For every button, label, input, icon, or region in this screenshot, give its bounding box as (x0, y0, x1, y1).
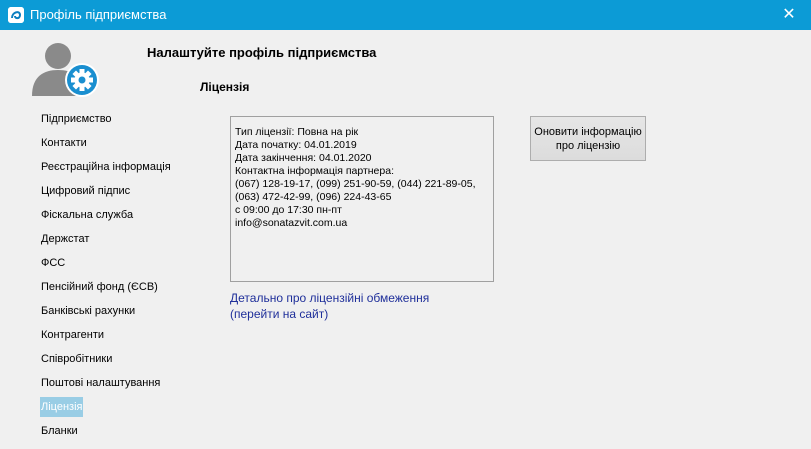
partner-phones-line-1: (067) 128-19-17, (099) 251-90-59, (044) … (235, 178, 476, 190)
sidebar: Підприємство Контакти Реєстраційна інфор… (40, 109, 220, 445)
link-line1: Детально про ліцензійні обмеження (230, 291, 430, 305)
sidebar-item-fiscal-service[interactable]: Фіскальна служба (40, 205, 220, 229)
license-type-line: Тип ліцензії: Повна на рік (235, 126, 359, 138)
dialog-content: Налаштуйте профіль підприємства Ліцензія… (0, 30, 811, 449)
sidebar-item-label: Фіскальна служба (41, 209, 134, 221)
section-title: Ліцензія (200, 80, 250, 94)
sidebar-item-label: Ліцензія (40, 397, 84, 417)
partner-phones-line-2: (063) 472-42-99, (096) 224-43-65 (235, 191, 392, 203)
link-line2: (перейти на сайт) (230, 307, 329, 321)
license-restrictions-link[interactable]: Детально про ліцензійні обмеження (перей… (230, 290, 429, 322)
partner-contacts-heading: Контактна інформація партнера: (235, 165, 394, 177)
sidebar-item-contacts[interactable]: Контакти (40, 133, 220, 157)
partner-email: info@sonatazvit.com.ua (235, 217, 348, 229)
title-bar: Профіль підприємства ✕ (0, 0, 811, 30)
sidebar-item-bank-accounts[interactable]: Банківські рахунки (40, 301, 220, 325)
sidebar-item-label: Банківські рахунки (41, 305, 136, 317)
license-end-date-line: Дата закінчення: 04.01.2020 (235, 152, 372, 164)
sidebar-item-fss[interactable]: ФСС (40, 253, 220, 277)
app-logo-icon (8, 7, 24, 23)
sidebar-item-label: Підприємство (41, 113, 112, 125)
update-license-info-button[interactable]: Оновити інформацію про ліцензію (530, 116, 646, 161)
sidebar-item-derzhstat[interactable]: Держстат (40, 229, 220, 253)
license-start-date-line: Дата початку: 04.01.2019 (235, 139, 357, 151)
window-title: Профіль підприємства (30, 7, 167, 22)
sidebar-item-license[interactable]: Ліцензія (40, 397, 220, 421)
sidebar-item-mail-settings[interactable]: Поштові налаштування (40, 373, 220, 397)
sidebar-item-label: Цифровий підпис (41, 185, 131, 197)
sidebar-item-registration-info[interactable]: Реєстраційна інформація (40, 157, 220, 181)
sidebar-item-pension-fund[interactable]: Пенсійний фонд (ЄСВ) (40, 277, 220, 301)
sidebar-item-label: Держстат (41, 233, 90, 245)
sidebar-item-employees[interactable]: Співробітники (40, 349, 220, 373)
sidebar-item-label: Співробітники (41, 353, 113, 365)
sidebar-item-enterprise[interactable]: Підприємство (40, 109, 220, 133)
sidebar-item-label: Реєстраційна інформація (41, 161, 171, 173)
license-info-box: Тип ліцензії: Повна на рік Дата початку:… (230, 116, 494, 282)
close-icon[interactable]: ✕ (767, 0, 811, 30)
page-title: Налаштуйте профіль підприємства (147, 45, 377, 60)
sidebar-item-label: Бланки (41, 425, 78, 437)
update-button-label-line1: Оновити інформацію (534, 125, 642, 138)
sidebar-item-label: Пенсійний фонд (ЄСВ) (41, 281, 158, 293)
user-settings-icon (30, 40, 104, 100)
sidebar-item-digital-signature[interactable]: Цифровий підпис (40, 181, 220, 205)
sidebar-item-counterparties[interactable]: Контрагенти (40, 325, 220, 349)
sidebar-item-forms[interactable]: Бланки (40, 421, 220, 445)
sidebar-item-label: Контакти (41, 137, 87, 149)
partner-working-hours: с 09:00 до 17:30 пн-пт (235, 204, 342, 216)
update-button-label-line2: про ліцензію (555, 139, 621, 152)
sidebar-item-label: Поштові налаштування (41, 377, 161, 389)
sidebar-item-label: ФСС (41, 257, 66, 269)
sidebar-item-label: Контрагенти (41, 329, 105, 341)
